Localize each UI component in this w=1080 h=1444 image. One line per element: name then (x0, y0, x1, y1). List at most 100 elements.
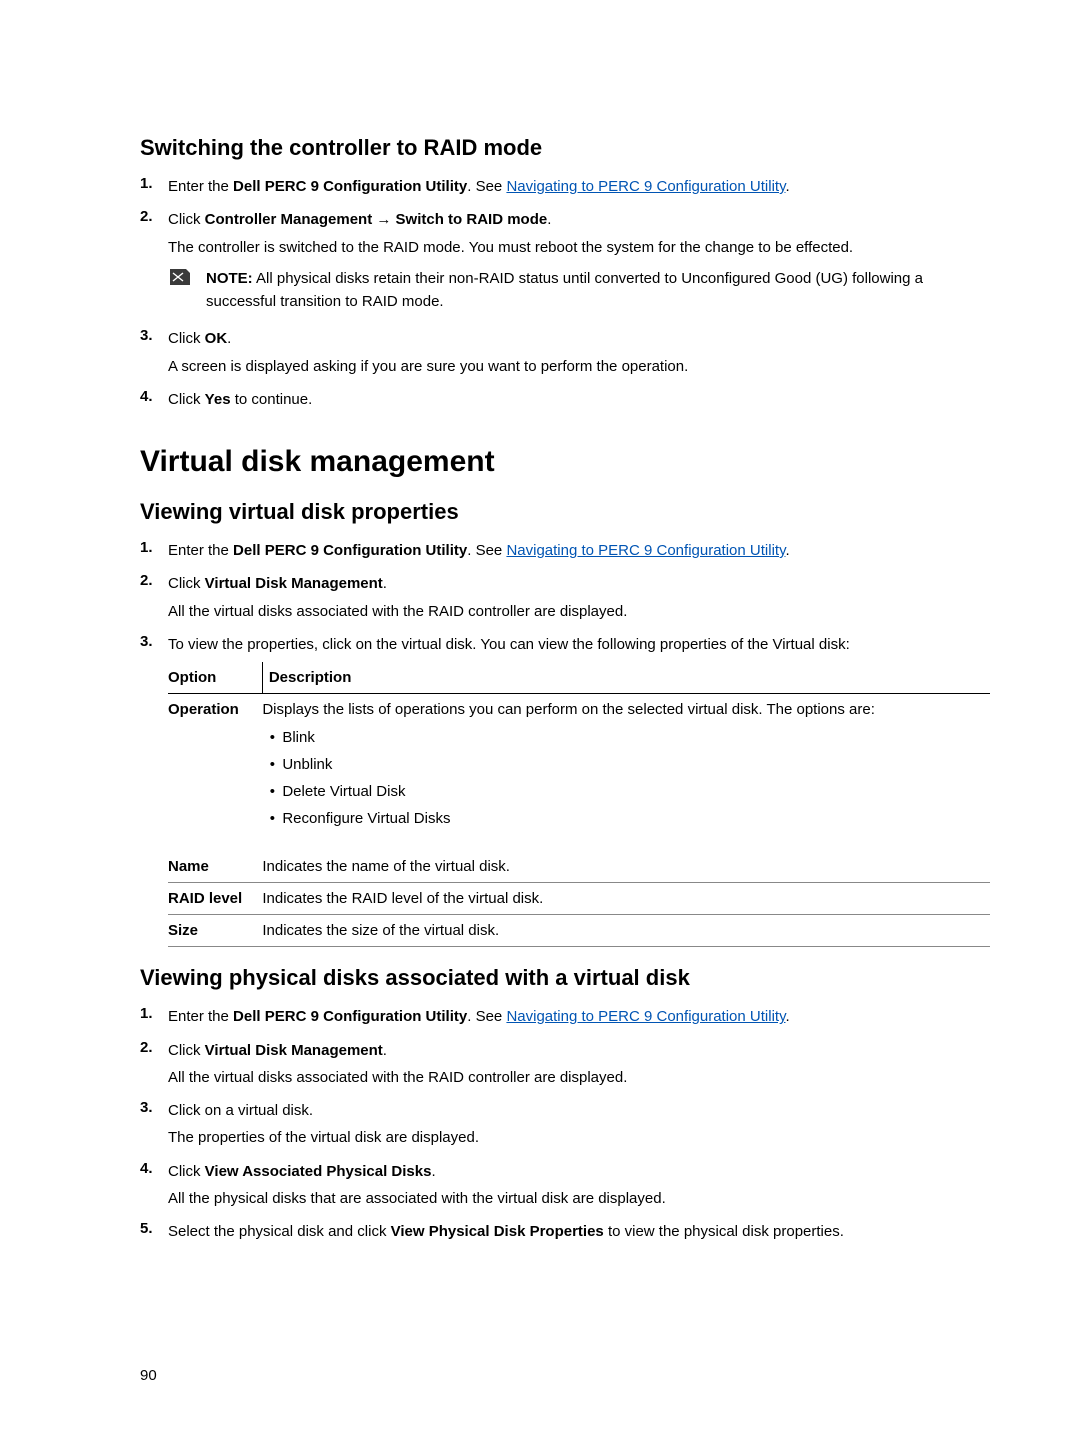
text: . See (467, 178, 506, 195)
step-number: 5. (140, 1220, 168, 1247)
text: . (785, 1008, 789, 1025)
list-item: •Unblink (262, 753, 984, 776)
th-description: Description (262, 662, 990, 694)
step-paragraph: All the physical disks that are associat… (168, 1187, 990, 1210)
text: . See (467, 542, 506, 559)
text: Click (168, 211, 205, 228)
text: Click (168, 391, 205, 408)
bullet-icon: • (262, 753, 282, 776)
list-item: •Blink (262, 726, 984, 749)
step-body: Click Virtual Disk Management. All the v… (168, 1039, 990, 1094)
step: 2. Click Virtual Disk Management. All th… (140, 572, 990, 627)
text: . See (467, 1008, 506, 1025)
step-body: Enter the Dell PERC 9 Configuration Util… (168, 1005, 990, 1032)
step-body: To view the properties, click on the vir… (168, 633, 990, 948)
text: Click (168, 1163, 205, 1180)
step-number: 2. (140, 572, 168, 627)
row-desc: Displays the lists of operations you can… (262, 694, 990, 851)
step-number: 1. (140, 1005, 168, 1032)
link-navigating[interactable]: Navigating to PERC 9 Configuration Utili… (506, 178, 785, 195)
step: 5. Select the physical disk and click Vi… (140, 1220, 990, 1247)
text: Displays the lists of operations you can… (262, 701, 875, 718)
text-bold: Virtual Disk Management (205, 1042, 383, 1059)
text: Click (168, 1042, 205, 1059)
document-page: Switching the controller to RAID mode 1.… (0, 0, 1080, 1444)
section2-steps: 1. Enter the Dell PERC 9 Configuration U… (140, 539, 990, 947)
text-bold: Controller Management (205, 211, 373, 228)
step-number: 3. (140, 327, 168, 382)
step-number: 4. (140, 1160, 168, 1215)
list-item: •Delete Virtual Disk (262, 780, 984, 803)
bullet-icon: • (262, 726, 282, 749)
row-option: Operation (168, 694, 262, 851)
step: 4. Click View Associated Physical Disks.… (140, 1160, 990, 1215)
text-bold: Yes (205, 391, 231, 408)
link-navigating[interactable]: Navigating to PERC 9 Configuration Utili… (506, 542, 785, 559)
text: . (785, 542, 789, 559)
text: . (383, 1042, 387, 1059)
main-heading: Virtual disk management (140, 445, 990, 479)
step: 2. Click Virtual Disk Management. All th… (140, 1039, 990, 1094)
step-paragraph: The controller is switched to the RAID m… (168, 236, 990, 259)
note-body: All physical disks retain their non-RAID… (206, 270, 923, 310)
text-bold: OK (205, 330, 228, 347)
row-option: Name (168, 851, 262, 883)
list-item: •Reconfigure Virtual Disks (262, 807, 984, 830)
section-heading: Viewing virtual disk properties (140, 499, 990, 525)
text: → (372, 211, 395, 228)
text: . (547, 211, 551, 228)
section-heading: Switching the controller to RAID mode (140, 135, 990, 161)
section-heading: Viewing physical disks associated with a… (140, 965, 990, 991)
note-text: NOTE: All physical disks retain their no… (206, 267, 990, 314)
bullet-text: Unblink (282, 753, 332, 776)
text-bold: View Associated Physical Disks (205, 1163, 432, 1180)
step-number: 1. (140, 539, 168, 566)
row-option: RAID level (168, 882, 262, 914)
note-block: NOTE: All physical disks retain their no… (168, 267, 990, 314)
bullet-text: Delete Virtual Disk (282, 780, 405, 803)
row-option: Size (168, 915, 262, 947)
step-number: 2. (140, 1039, 168, 1094)
bullet-icon: • (262, 807, 282, 830)
step: 1. Enter the Dell PERC 9 Configuration U… (140, 1005, 990, 1032)
step: 3. To view the properties, click on the … (140, 633, 990, 948)
th-option: Option (168, 662, 262, 694)
text: Click (168, 575, 205, 592)
text-bold: Dell PERC 9 Configuration Utility (233, 542, 467, 559)
text: to view the physical disk properties. (604, 1223, 844, 1240)
bullet-text: Reconfigure Virtual Disks (282, 807, 450, 830)
step-paragraph: All the virtual disks associated with th… (168, 600, 990, 623)
bullet-icon: • (262, 780, 282, 803)
step-body: Click Yes to continue. (168, 388, 990, 415)
step: 1. Enter the Dell PERC 9 Configuration U… (140, 175, 990, 202)
step: 4. Click Yes to continue. (140, 388, 990, 415)
step-number: 4. (140, 388, 168, 415)
step-body: Click Controller Management → Switch to … (168, 208, 990, 321)
step-number: 2. (140, 208, 168, 321)
step: 3. Click on a virtual disk. The properti… (140, 1099, 990, 1154)
step-number: 3. (140, 633, 168, 948)
section1-steps: 1. Enter the Dell PERC 9 Configuration U… (140, 175, 990, 415)
text: Enter the (168, 178, 233, 195)
link-navigating[interactable]: Navigating to PERC 9 Configuration Utili… (506, 1008, 785, 1025)
step-paragraph: The properties of the virtual disk are d… (168, 1126, 990, 1149)
text-bold: Dell PERC 9 Configuration Utility (233, 178, 467, 195)
step-text: Click on a virtual disk. (168, 1099, 990, 1122)
table-row: RAID level Indicates the RAID level of t… (168, 882, 990, 914)
table-row: Operation Displays the lists of operatio… (168, 694, 990, 851)
properties-table: Option Description Operation Displays th… (168, 662, 990, 947)
text: . (383, 575, 387, 592)
text: . (431, 1163, 435, 1180)
step: 2. Click Controller Management → Switch … (140, 208, 990, 321)
text: to continue. (231, 391, 313, 408)
step-body: Click View Associated Physical Disks. Al… (168, 1160, 990, 1215)
text-bold: Virtual Disk Management (205, 575, 383, 592)
section3-steps: 1. Enter the Dell PERC 9 Configuration U… (140, 1005, 990, 1247)
text: . (785, 178, 789, 195)
bullet-text: Blink (282, 726, 315, 749)
step-body: Enter the Dell PERC 9 Configuration Util… (168, 175, 990, 202)
text: Enter the (168, 542, 233, 559)
step-number: 3. (140, 1099, 168, 1154)
text: . (227, 330, 231, 347)
step-body: Select the physical disk and click View … (168, 1220, 990, 1247)
